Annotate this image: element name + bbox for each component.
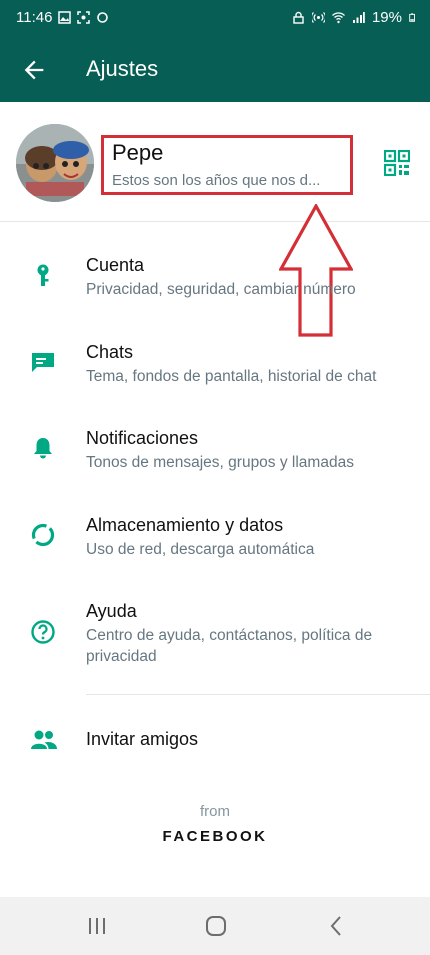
lock-icon [293, 11, 304, 24]
menu-item-ayuda[interactable]: Ayuda Centro de ayuda, contáctanos, polí… [0, 591, 430, 671]
status-bar: 11:46 19% [0, 0, 430, 36]
signal-icon [352, 12, 365, 23]
page-title: Ajustes [86, 56, 159, 81]
menu-item-subtitle: Tonos de mensajes, grupos y llamadas [86, 454, 354, 471]
menu-item-subtitle: Privacidad, seguridad, cambiar número [86, 281, 356, 298]
back-nav-icon[interactable] [325, 914, 349, 938]
avatar[interactable] [16, 124, 94, 202]
menu-item-cuenta[interactable]: Cuenta Privacidad, seguridad, cambiar nú… [0, 245, 430, 309]
bell-icon [34, 438, 52, 459]
app-bar: Ajustes [0, 36, 430, 102]
screenshot-icon [77, 11, 91, 24]
menu-divider [86, 694, 430, 695]
key-icon [37, 264, 49, 286]
avatar-image [16, 124, 94, 202]
system-nav-bar [0, 897, 430, 955]
qr-code-icon[interactable] [384, 150, 410, 176]
gallery-icon [58, 11, 72, 24]
storage-icon [31, 523, 55, 547]
people-icon [31, 730, 57, 749]
sync-icon [97, 12, 109, 23]
menu-item-notificaciones[interactable]: Notificaciones Tonos de mensajes, grupos… [0, 418, 430, 482]
menu-item-title: Almacenamiento y datos [86, 515, 284, 535]
menu-item-chats[interactable]: Chats Tema, fondos de pantalla, historia… [0, 332, 430, 396]
chat-icon [32, 353, 54, 372]
back-arrow-icon[interactable] [20, 56, 48, 84]
menu-item-title: Cuenta [86, 255, 145, 275]
menu-item-subtitle: Uso de red, descarga automática [86, 541, 315, 558]
footer-brand: FACEBOOK [162, 828, 268, 845]
status-time: 11:46 [16, 9, 53, 26]
menu-item-subtitle: Centro de ayuda, contáctanos, política d… [86, 627, 373, 665]
battery-icon [409, 13, 415, 22]
footer-from: from [200, 803, 230, 820]
menu-item-invitar[interactable]: Invitar amigos [0, 718, 430, 762]
home-icon[interactable] [204, 914, 228, 938]
menu-item-title: Chats [86, 342, 134, 362]
menu-item-subtitle: Tema, fondos de pantalla, historial de c… [86, 368, 377, 385]
hotspot-icon [311, 12, 325, 23]
profile-divider [0, 221, 430, 222]
menu-item-title: Invitar amigos [86, 729, 199, 749]
highlight-box [101, 135, 353, 195]
menu-item-title: Notificaciones [86, 428, 199, 448]
menu-item-title: Ayuda [86, 601, 137, 621]
recent-apps-icon[interactable] [85, 914, 109, 938]
menu-item-almacenamiento[interactable]: Almacenamiento y datos Uso de red, desca… [0, 505, 430, 569]
battery-percent: 19% [371, 9, 402, 26]
wifi-icon [332, 12, 345, 24]
help-icon [31, 620, 55, 644]
